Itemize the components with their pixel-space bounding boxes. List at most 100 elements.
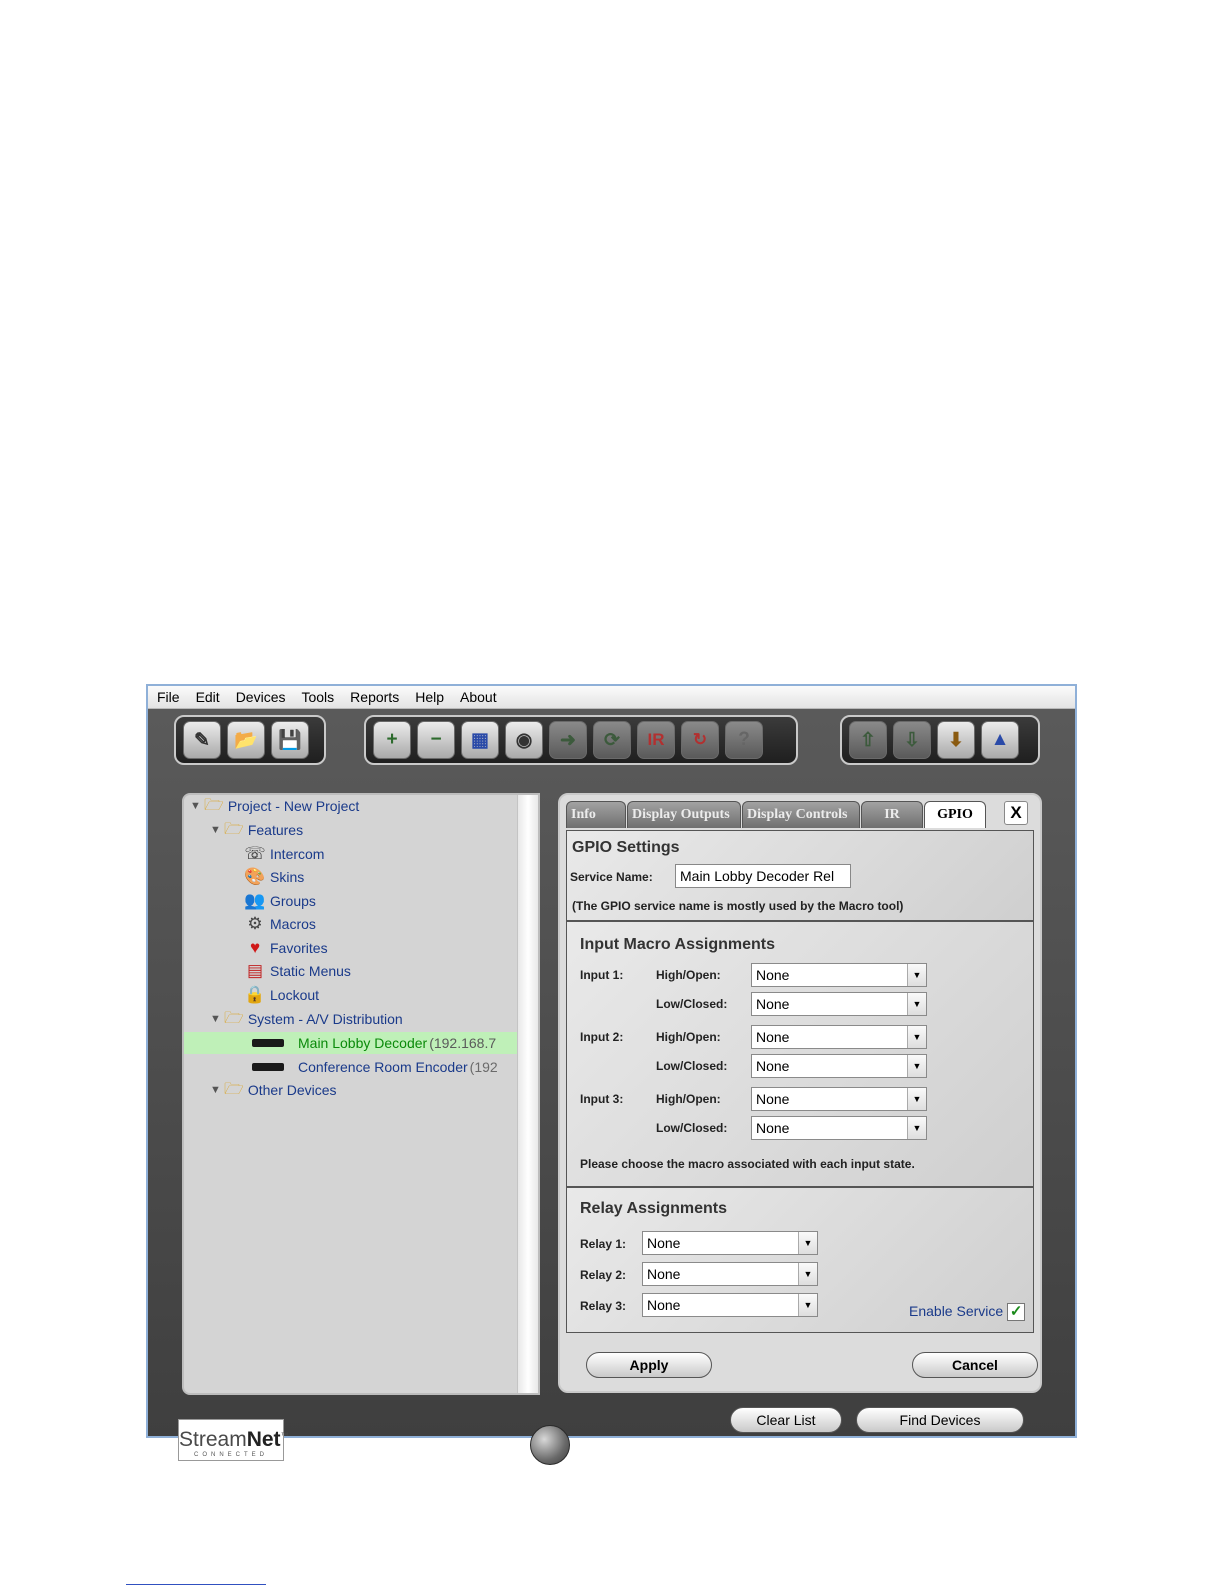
expand-triangle-icon[interactable]: ▼ <box>210 1079 224 1101</box>
favorites-icon: ♥ <box>249 938 261 957</box>
folder-open-icon: 🗁 <box>224 821 244 838</box>
fingerprint-icon[interactable]: ◉ <box>505 721 543 759</box>
folder-open-icon: 🗁 <box>224 1081 244 1098</box>
service-name-note: (The GPIO service name is mostly used by… <box>572 899 904 913</box>
section-title: GPIO Settings <box>572 839 680 856</box>
app-body: ✎ 📂 💾 + − ▦ ◉ ➜ ⟳ IR ↻ ? ⇧ ⇩ ⬇ ▲ ▼ 🗁 Proje… <box>148 709 1075 1465</box>
input-3-low-select[interactable]: None ▼ <box>751 1116 927 1140</box>
chevron-down-icon[interactable]: ▼ <box>798 1263 817 1285</box>
high-open-label: High/Open: <box>656 968 721 982</box>
input-2-low-select[interactable]: None ▼ <box>751 1054 927 1078</box>
enable-service-toggle[interactable]: Enable Service ✓ <box>909 1303 1026 1322</box>
menu-help[interactable]: Help <box>406 686 451 707</box>
project-tree[interactable]: ▼ 🗁 Project - New Project ▼ 🗁 Features ☏ Inte… <box>182 793 540 1395</box>
menu-about[interactable]: About <box>451 686 504 707</box>
relay-3-select[interactable]: None ▼ <box>642 1293 818 1317</box>
service-name-input[interactable] <box>675 864 851 888</box>
streamnet-logo: StreamNet™ CONNECTED <box>178 1419 289 1461</box>
skins-icon: 🎨 <box>244 867 266 886</box>
globe-icon[interactable] <box>530 1425 570 1465</box>
app-window: File Edit Devices Tools Reports Help About ✎ 📂… <box>146 684 1077 1465</box>
low-closed-label: Low/Closed: <box>656 997 728 1011</box>
relay-2-select[interactable]: None ▼ <box>642 1262 818 1286</box>
tree-other-devices[interactable]: ▼ 🗁 Other Devices <box>210 1079 337 1101</box>
device-icon <box>252 1039 284 1047</box>
input-2-label: Input 2: <box>580 1030 624 1044</box>
expand-triangle-icon[interactable]: ▼ <box>210 1008 224 1030</box>
toolbar-file-group: ✎ 📂 💾 <box>174 715 326 765</box>
menu-file[interactable]: File <box>148 686 187 707</box>
input-3-label: Input 3: <box>580 1092 624 1106</box>
new-project-icon[interactable]: ✎ <box>183 721 221 759</box>
menu-edit[interactable]: Edit <box>187 686 227 707</box>
chevron-down-icon[interactable]: ▼ <box>907 1117 926 1139</box>
input-1-high-select[interactable]: None ▼ <box>751 963 927 987</box>
expand-triangle-icon[interactable]: ▼ <box>210 819 224 841</box>
arrow-forward-icon[interactable]: ➜ <box>549 721 587 759</box>
tree-item-static-menus[interactable]: ▤ Static Menus <box>244 960 351 982</box>
input-3-high-select[interactable]: None ▼ <box>751 1087 927 1111</box>
chevron-down-icon[interactable]: ▼ <box>907 993 926 1015</box>
tab-info[interactable]: Info <box>566 801 626 828</box>
menu-devices[interactable]: Devices <box>227 686 293 707</box>
tab-gpio[interactable]: GPIO <box>924 801 986 828</box>
gpio-settings-section: GPIO Settings Service Name: (The GPIO se… <box>566 830 1034 921</box>
menu-reports[interactable]: Reports <box>341 686 406 707</box>
wizard-icon[interactable]: ▲ <box>981 721 1019 759</box>
folder-open-icon: 🗁 <box>204 797 224 814</box>
high-open-label: High/Open: <box>656 1030 721 1044</box>
expand-triangle-icon[interactable]: ▼ <box>190 795 204 817</box>
relay-1-select[interactable]: None ▼ <box>642 1231 818 1255</box>
tree-project[interactable]: ▼ 🗁 Project - New Project <box>190 795 359 817</box>
remove-device-icon[interactable]: − <box>417 721 455 759</box>
menu-bar: File Edit Devices Tools Reports Help About <box>148 686 1075 709</box>
close-panel-button[interactable]: X <box>1004 801 1028 825</box>
refresh-icon[interactable]: ↻ <box>681 721 719 759</box>
chevron-down-icon[interactable]: ▼ <box>907 1055 926 1077</box>
section-title: Input Macro Assignments <box>580 936 775 953</box>
toolbar-transfer-group: ⇧ ⇩ ⬇ ▲ <box>840 715 1040 765</box>
help-icon[interactable]: ? <box>725 721 763 759</box>
device-settings-panel: Info Display Outputs Display Controls IR… <box>558 793 1042 1393</box>
chevron-down-icon[interactable]: ▼ <box>907 964 926 986</box>
download-icon[interactable]: ⇩ <box>893 721 931 759</box>
tree-item-favorites[interactable]: ♥ Favorites <box>244 937 328 959</box>
tree-item-intercom[interactable]: ☏ Intercom <box>244 843 324 865</box>
add-device-icon[interactable]: + <box>373 721 411 759</box>
relay-section: Relay Assignments Relay 1: None ▼ Relay 2… <box>566 1187 1034 1333</box>
cycle-icon[interactable]: ⟳ <box>593 721 631 759</box>
cancel-button[interactable]: Cancel <box>912 1352 1038 1378</box>
chevron-down-icon[interactable]: ▼ <box>798 1232 817 1254</box>
save-icon[interactable]: 💾 <box>271 721 309 759</box>
relay-2-label: Relay 2: <box>580 1268 627 1282</box>
find-devices-button[interactable]: Find Devices <box>856 1407 1024 1433</box>
tree-item-macros[interactable]: ⚙ Macros <box>244 913 316 935</box>
clear-list-button[interactable]: Clear List <box>730 1407 842 1433</box>
input-2-high-select[interactable]: None ▼ <box>751 1025 927 1049</box>
groups-icon: 👥 <box>244 891 266 910</box>
firmware-icon[interactable]: ⬇ <box>937 721 975 759</box>
chevron-down-icon[interactable]: ▼ <box>798 1294 817 1316</box>
tree-item-lockout[interactable]: 🔒 Lockout <box>244 984 319 1006</box>
ir-icon[interactable]: IR <box>637 721 675 759</box>
menu-tools[interactable]: Tools <box>292 686 341 707</box>
tab-ir[interactable]: IR <box>861 801 923 828</box>
tree-features[interactable]: ▼ 🗁 Features <box>210 819 303 841</box>
tree-system[interactable]: ▼ 🗁 System - A/V Distribution <box>210 1008 403 1030</box>
tree-item-skins[interactable]: 🎨 Skins <box>244 866 304 888</box>
macros-icon: ⚙ <box>247 914 263 933</box>
tree-item-groups[interactable]: 👥 Groups <box>244 890 316 912</box>
tree-device-main-lobby-decoder[interactable]: Main Lobby Decoder (192.168.7 <box>184 1032 524 1054</box>
chevron-down-icon[interactable]: ▼ <box>907 1088 926 1110</box>
tree-device-conference-room-encoder[interactable]: Conference Room Encoder (192 <box>252 1056 498 1078</box>
upload-icon[interactable]: ⇧ <box>849 721 887 759</box>
apply-button[interactable]: Apply <box>586 1352 712 1378</box>
open-project-icon[interactable]: 📂 <box>227 721 265 759</box>
chevron-down-icon[interactable]: ▼ <box>907 1026 926 1048</box>
tree-scrollbar[interactable] <box>517 795 538 1393</box>
devices-icon[interactable]: ▦ <box>461 721 499 759</box>
enable-service-checkbox[interactable]: ✓ <box>1007 1303 1026 1322</box>
tab-display-outputs[interactable]: Display Outputs <box>627 801 741 828</box>
input-1-low-select[interactable]: None ▼ <box>751 992 927 1016</box>
tab-display-controls[interactable]: Display Controls <box>742 801 860 828</box>
